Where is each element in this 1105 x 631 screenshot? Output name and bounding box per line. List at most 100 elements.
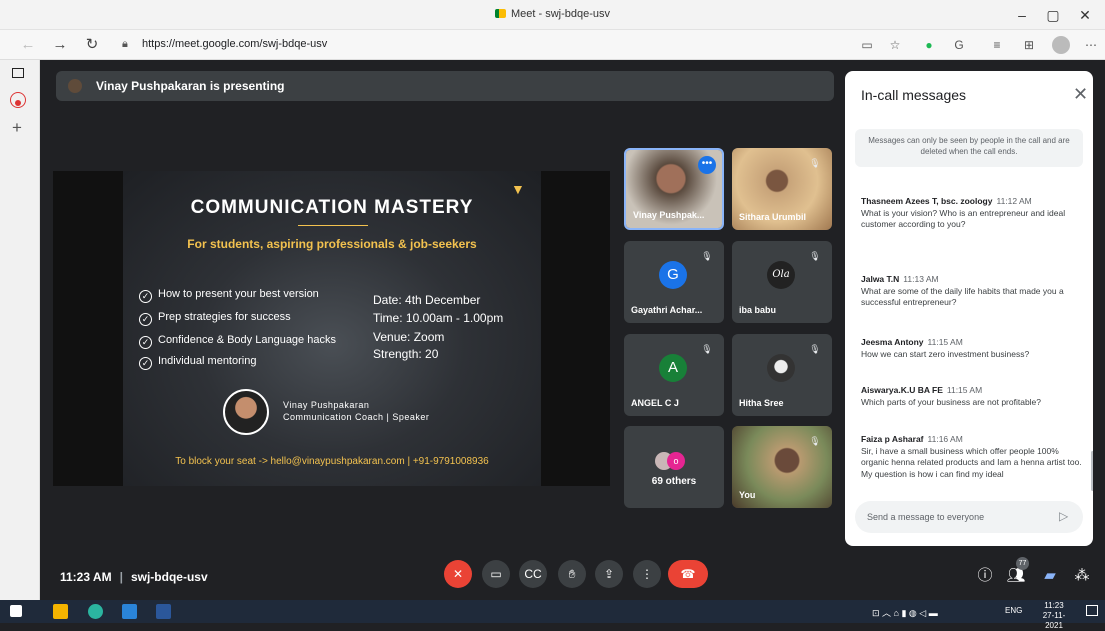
favorite-icon[interactable]: ☆ — [886, 36, 904, 54]
favorites-list-icon[interactable]: ≡ — [988, 36, 1006, 54]
extension-icon[interactable]: ● — [920, 36, 938, 54]
chat-input[interactable]: Send a message to everyone ▷ — [855, 501, 1083, 533]
mic-off-icon: 🎙︎ — [809, 344, 821, 354]
participant-tile[interactable]: 🎙︎ G Gayathri Achar... — [624, 241, 724, 323]
participant-name: iba babu — [739, 305, 777, 315]
chat-message: Aiswarya.K.U BA FE 11:15 AM Which parts of… — [861, 385, 1042, 407]
raise-hand-button[interactable]: ✋︎ — [558, 560, 586, 588]
brand-logo-icon: ▼ — [511, 181, 525, 197]
end-call-button[interactable]: ☎︎ — [668, 560, 708, 588]
participant-logo: Ola — [767, 261, 795, 289]
more-options-icon[interactable]: ••• — [698, 156, 716, 174]
collections-icon[interactable]: ⊞ — [1020, 36, 1038, 54]
url-text[interactable]: https://meet.google.com/swj-bdqe-usv — [142, 38, 327, 50]
window-titlebar: Meet - swj-bdqe-usv – ▢ ✕ — [0, 0, 1105, 30]
edge-icon[interactable] — [88, 604, 103, 619]
word-icon[interactable] — [156, 604, 171, 619]
participant-tile[interactable]: 🎙︎ Hitha Sree — [732, 334, 832, 416]
mic-off-icon: 🎙︎ — [809, 158, 821, 168]
tab-actions-icon[interactable] — [12, 68, 24, 78]
slide-info-venue: Venue: Zoom — [373, 330, 445, 344]
more-options-button[interactable]: ⋮ — [633, 560, 661, 588]
speaker-photo — [223, 389, 269, 435]
slide-info-time: Time: 10.00am - 1.00pm — [373, 311, 504, 325]
mic-off-icon: 🎙︎ — [809, 436, 821, 446]
mic-off-icon: 🎙︎ — [701, 251, 713, 261]
camera-toggle-button[interactable]: ▭ — [482, 560, 510, 588]
tray-icons[interactable]: ⊡ ︿ ⌂ ▮ ◍ ◁ ▬ — [872, 606, 938, 619]
chat-message: Jalwa T.N 11:13 AM What are some of the da… — [861, 274, 1064, 307]
close-chat-icon[interactable]: ✕ — [1073, 84, 1088, 105]
meeting-info: 11:23 AM | swj-bdqe-usv — [60, 570, 208, 584]
participant-name: Hitha Sree — [739, 398, 784, 408]
participant-avatar — [767, 354, 795, 382]
participant-tile[interactable]: ••• Vinay Pushpak... — [624, 148, 724, 230]
taskbar: ⊡ ︿ ⌂ ▮ ◍ ◁ ▬ ENG 11:23 27-11-2021 — [0, 600, 1105, 630]
slide-subtitle: For students, aspiring professionals & j… — [187, 237, 477, 251]
slide-bullet: ✓ How to present your best version — [139, 288, 319, 303]
participant-avatar: G — [659, 261, 687, 289]
chat-message: Thasneem Azees T, bsc. zoology 11:12 AM Wh… — [861, 196, 1066, 229]
check-icon: ✓ — [139, 290, 152, 303]
presentation-area: COMMUNICATION MASTERY For students, aspi… — [53, 171, 610, 486]
add-icon[interactable]: + — [12, 118, 22, 138]
maximize-button[interactable]: ▢ — [1043, 5, 1063, 25]
others-avatar: o — [667, 452, 685, 470]
participant-tile[interactable]: 🎙︎ Sithara Urumbil — [732, 148, 832, 230]
back-icon[interactable]: ← — [18, 35, 38, 55]
close-window-button[interactable]: ✕ — [1075, 5, 1095, 25]
clock[interactable]: 11:23 27-11-2021 — [1034, 601, 1074, 631]
check-icon: ✓ — [139, 336, 152, 349]
profile-avatar[interactable] — [1052, 36, 1070, 54]
mic-off-icon: 🎙︎ — [809, 251, 821, 261]
participant-name: You — [739, 490, 756, 500]
forward-icon[interactable]: → — [50, 35, 70, 55]
slide-divider — [298, 225, 368, 226]
app-icon[interactable] — [122, 604, 137, 619]
participant-tile[interactable]: 🎙︎ A ANGEL C J — [624, 334, 724, 416]
window-title: Meet - swj-bdqe-usv — [0, 8, 1105, 20]
participant-name: Sithara Urumbil — [739, 212, 807, 222]
send-icon[interactable]: ▷ — [1059, 509, 1068, 523]
record-icon[interactable] — [10, 92, 26, 108]
speaker-role: Communication Coach | Speaker — [283, 412, 430, 422]
mic-toggle-button[interactable]: ✕ — [444, 560, 472, 588]
participant-tile[interactable]: 🎙︎ Ola iba babu — [732, 241, 832, 323]
participant-tile-self[interactable]: 🎙︎ You — [732, 426, 832, 508]
grammar-extension-icon[interactable]: G — [950, 36, 968, 54]
slide-info-strength: Strength: 20 — [373, 347, 439, 361]
participant-tile-others[interactable]: o 69 others — [624, 426, 724, 508]
activities-icon[interactable]: ⁂ — [1072, 566, 1092, 586]
meet-main: Vinay Pushpakaran is presenting COMMUNIC… — [40, 60, 1105, 600]
chat-notice: Messages can only be seen by people in t… — [855, 129, 1083, 167]
start-icon[interactable] — [10, 605, 22, 617]
mic-off-icon: 🎙︎ — [701, 344, 713, 354]
present-now-button[interactable]: ⇪ — [595, 560, 623, 588]
slide-bullet: ✓ Individual mentoring — [139, 355, 256, 370]
more-menu-icon[interactable]: ⋯ — [1082, 36, 1100, 54]
captions-button[interactable]: CC — [519, 560, 547, 588]
lock-icon: 🔒︎ — [122, 38, 128, 50]
minimize-button[interactable]: – — [1012, 5, 1032, 25]
participant-name: 69 others — [651, 476, 697, 487]
refresh-icon[interactable]: ↻ — [82, 35, 102, 55]
meeting-details-icon[interactable]: ⓘ — [975, 566, 995, 586]
presenting-text: Vinay Pushpakaran is presenting — [96, 79, 285, 93]
participant-name: ANGEL C J — [631, 398, 679, 408]
address-bar[interactable]: 🔒︎ https://meet.google.com/swj-bdqe-usv — [110, 34, 845, 56]
slide-contact: To block your seat -> hello@vinaypushpak… — [175, 456, 489, 467]
chat-icon[interactable]: ▰ — [1040, 566, 1060, 586]
people-count-badge: 77 — [1016, 557, 1029, 570]
chat-scrollbar[interactable] — [1091, 451, 1093, 491]
file-explorer-icon[interactable] — [53, 604, 68, 619]
presenting-banner: Vinay Pushpakaran is presenting — [56, 71, 834, 101]
participant-name: Gayathri Achar... — [631, 305, 703, 315]
chat-input-placeholder: Send a message to everyone — [867, 512, 985, 522]
notifications-icon[interactable] — [1086, 605, 1098, 616]
chat-title: In-call messages — [861, 87, 967, 103]
language-indicator[interactable]: ENG — [1005, 606, 1022, 615]
presentation-slide: COMMUNICATION MASTERY For students, aspi… — [123, 171, 541, 486]
presenter-avatar — [66, 77, 84, 95]
participant-name: Vinay Pushpak... — [633, 210, 705, 220]
cast-icon[interactable]: ▭ — [858, 36, 876, 54]
